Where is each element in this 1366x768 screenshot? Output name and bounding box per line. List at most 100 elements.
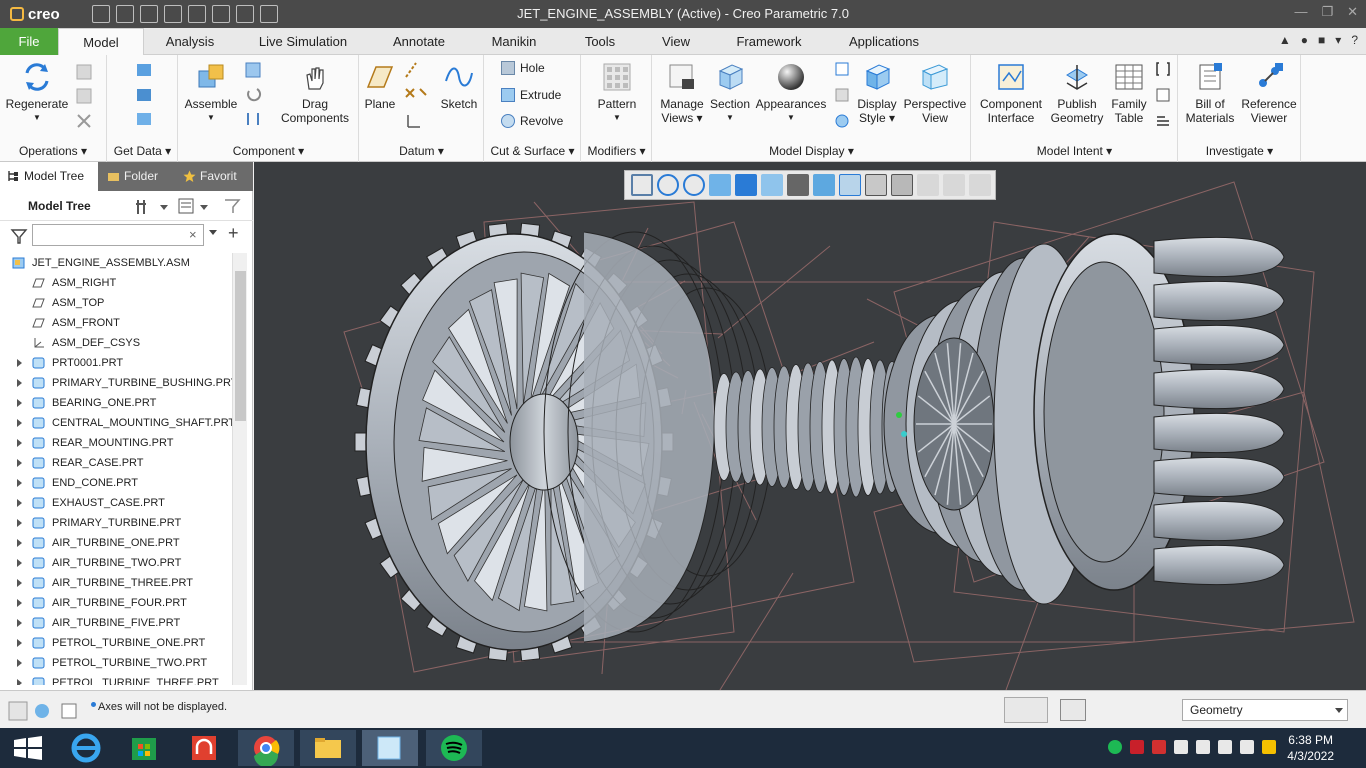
expand-arrow-icon[interactable] bbox=[17, 579, 22, 587]
tree-node[interactable]: ASM_FRONT bbox=[0, 313, 232, 333]
datum-display-filters-icon[interactable] bbox=[839, 174, 861, 196]
expand-arrow-icon[interactable] bbox=[17, 439, 22, 447]
clear-search-icon[interactable]: × bbox=[189, 227, 197, 242]
expand-arrow-icon[interactable] bbox=[17, 619, 22, 627]
group-label-get-data[interactable]: Get Data ▾ bbox=[108, 144, 177, 158]
smart-select-icon[interactable] bbox=[1060, 699, 1086, 721]
close-icon[interactable]: ✕ bbox=[1347, 4, 1358, 20]
group-label-datum[interactable]: Datum ▾ bbox=[360, 144, 483, 158]
group-label-operations[interactable]: Operations ▾ bbox=[0, 144, 106, 158]
refit-icon[interactable] bbox=[631, 174, 653, 196]
group-label-modifiers[interactable]: Modifiers ▾ bbox=[582, 144, 651, 158]
expand-arrow-icon[interactable] bbox=[17, 479, 22, 487]
group-label-investigate[interactable]: Investigate ▾ bbox=[1179, 144, 1300, 158]
expand-arrow-icon[interactable] bbox=[17, 659, 22, 667]
tree-node[interactable]: PETROL_TURBINE_TWO.PRT bbox=[0, 653, 232, 673]
tray-flag-icon[interactable] bbox=[1196, 740, 1210, 754]
tray-xampp-icon[interactable] bbox=[1262, 740, 1276, 754]
zoom-in-icon[interactable] bbox=[657, 174, 679, 196]
stop-icon[interactable] bbox=[969, 174, 991, 196]
tab-tools[interactable]: Tools bbox=[576, 28, 624, 55]
section-button[interactable]: Section ▼ bbox=[709, 61, 751, 125]
publish-geometry-button[interactable]: Publish Geometry bbox=[1048, 61, 1106, 125]
maximize-icon[interactable]: ❐ bbox=[1321, 4, 1333, 20]
expand-arrow-icon[interactable] bbox=[17, 679, 22, 685]
drag-components-button[interactable]: Drag Components bbox=[275, 61, 355, 125]
view-manager-icon[interactable] bbox=[787, 174, 809, 196]
tab-framework[interactable]: Framework bbox=[728, 28, 810, 55]
tab-view[interactable]: View bbox=[654, 28, 698, 55]
expand-arrow-icon[interactable] bbox=[17, 399, 22, 407]
group-label-model-intent[interactable]: Model Intent ▾ bbox=[972, 144, 1177, 158]
expand-arrow-icon[interactable] bbox=[17, 559, 22, 567]
tree-scrollbar-thumb[interactable] bbox=[235, 271, 246, 421]
expand-arrow-icon[interactable] bbox=[17, 539, 22, 547]
tree-node[interactable]: PRT0001.PRT bbox=[0, 353, 232, 373]
internet-explorer-icon[interactable] bbox=[58, 730, 114, 766]
pattern-button[interactable]: Pattern ▼ bbox=[590, 61, 644, 125]
spin-center-icon[interactable] bbox=[891, 174, 913, 196]
creo-taskbar-icon[interactable] bbox=[362, 730, 418, 766]
manage-views-button[interactable]: Manage Views ▾ bbox=[657, 61, 707, 125]
tab-analysis[interactable]: Analysis bbox=[150, 28, 230, 55]
expand-arrow-icon[interactable] bbox=[17, 419, 22, 427]
chrome-icon[interactable] bbox=[238, 730, 294, 766]
family-table-button[interactable]: Family Table bbox=[1106, 61, 1152, 125]
tree-node[interactable]: ASM_TOP bbox=[0, 293, 232, 313]
minimize-icon[interactable]: — bbox=[1294, 4, 1307, 20]
selection-filter-dropdown[interactable]: Geometry bbox=[1182, 699, 1348, 721]
tab-favorites[interactable]: Favorit bbox=[176, 162, 253, 191]
reference-viewer-button[interactable]: Reference Viewer bbox=[1239, 61, 1299, 125]
tab-folder-browser[interactable]: Folder bbox=[100, 162, 176, 191]
expand-arrow-icon[interactable] bbox=[17, 519, 22, 527]
expand-arrow-icon[interactable] bbox=[17, 639, 22, 647]
tray-device-icon[interactable] bbox=[1174, 740, 1188, 754]
tree-node[interactable]: END_CONE.PRT bbox=[0, 473, 232, 493]
tab-manikin[interactable]: Manikin bbox=[482, 28, 546, 55]
collapse-ribbon-icon[interactable]: ▲ bbox=[1279, 33, 1291, 47]
tree-node[interactable]: REAR_CASE.PRT bbox=[0, 453, 232, 473]
tree-scrollbar[interactable] bbox=[232, 253, 247, 685]
options-chevron-icon[interactable]: ▾ bbox=[1335, 33, 1341, 47]
expand-arrow-icon[interactable] bbox=[17, 599, 22, 607]
tree-columns-icon[interactable] bbox=[176, 196, 212, 216]
extrude-button[interactable]: Extrude bbox=[501, 88, 561, 102]
tray-volume-icon[interactable] bbox=[1240, 740, 1254, 754]
tree-filter-options-icon[interactable] bbox=[222, 196, 244, 216]
tree-node[interactable]: PRIMARY_TURBINE_BUSHING.PRT bbox=[0, 373, 232, 393]
tab-model-tree[interactable]: Model Tree bbox=[0, 162, 98, 191]
expand-arrow-icon[interactable] bbox=[17, 359, 22, 367]
help-icon[interactable]: ? bbox=[1351, 33, 1358, 47]
search-help-icon[interactable]: ● bbox=[1301, 33, 1308, 47]
appearances-button[interactable]: Appearances ▼ bbox=[753, 61, 829, 125]
tray-network-icon[interactable] bbox=[1218, 740, 1232, 754]
tab-file[interactable]: File bbox=[0, 28, 58, 55]
tray-solidworks-icon[interactable] bbox=[1130, 740, 1144, 754]
spotify-icon[interactable] bbox=[426, 730, 482, 766]
expand-arrow-icon[interactable] bbox=[17, 379, 22, 387]
pause-icon[interactable] bbox=[943, 174, 965, 196]
tree-node[interactable]: EXHAUST_CASE.PRT bbox=[0, 493, 232, 513]
tree-node[interactable]: PRIMARY_TURBINE.PRT bbox=[0, 513, 232, 533]
revolve-button[interactable]: Revolve bbox=[501, 114, 563, 128]
windows-start-icon[interactable] bbox=[0, 730, 56, 766]
regenerate-button[interactable]: Regenerate ▼ bbox=[4, 61, 70, 125]
zoom-out-icon[interactable] bbox=[683, 174, 705, 196]
tree-node[interactable]: CENTRAL_MOUNTING_SHAFT.PRT bbox=[0, 413, 232, 433]
tree-node[interactable]: AIR_TURBINE_ONE.PRT bbox=[0, 533, 232, 553]
simulation-display-icon[interactable] bbox=[917, 174, 939, 196]
tree-node[interactable]: AIR_TURBINE_FIVE.PRT bbox=[0, 613, 232, 633]
assemble-button[interactable]: Assemble ▼ bbox=[183, 61, 239, 125]
display-style-button[interactable]: Display Style ▾ bbox=[853, 61, 901, 125]
music-app-icon[interactable] bbox=[176, 730, 232, 766]
tab-annotate[interactable]: Annotate bbox=[386, 28, 452, 55]
tree-node[interactable]: PETROL_TURBINE_ONE.PRT bbox=[0, 633, 232, 653]
taskbar-clock[interactable]: 6:38 PM 4/3/2022 bbox=[1287, 732, 1334, 764]
tree-node[interactable]: AIR_TURBINE_THREE.PRT bbox=[0, 573, 232, 593]
tree-search-input[interactable] bbox=[32, 224, 204, 246]
component-interface-button[interactable]: Component Interface bbox=[976, 61, 1046, 125]
tree-node[interactable]: REAR_MOUNTING.PRT bbox=[0, 433, 232, 453]
find-binoculars-icon[interactable] bbox=[1004, 697, 1048, 723]
group-label-component[interactable]: Component ▾ bbox=[179, 144, 358, 158]
graphics-window[interactable] bbox=[254, 162, 1366, 690]
